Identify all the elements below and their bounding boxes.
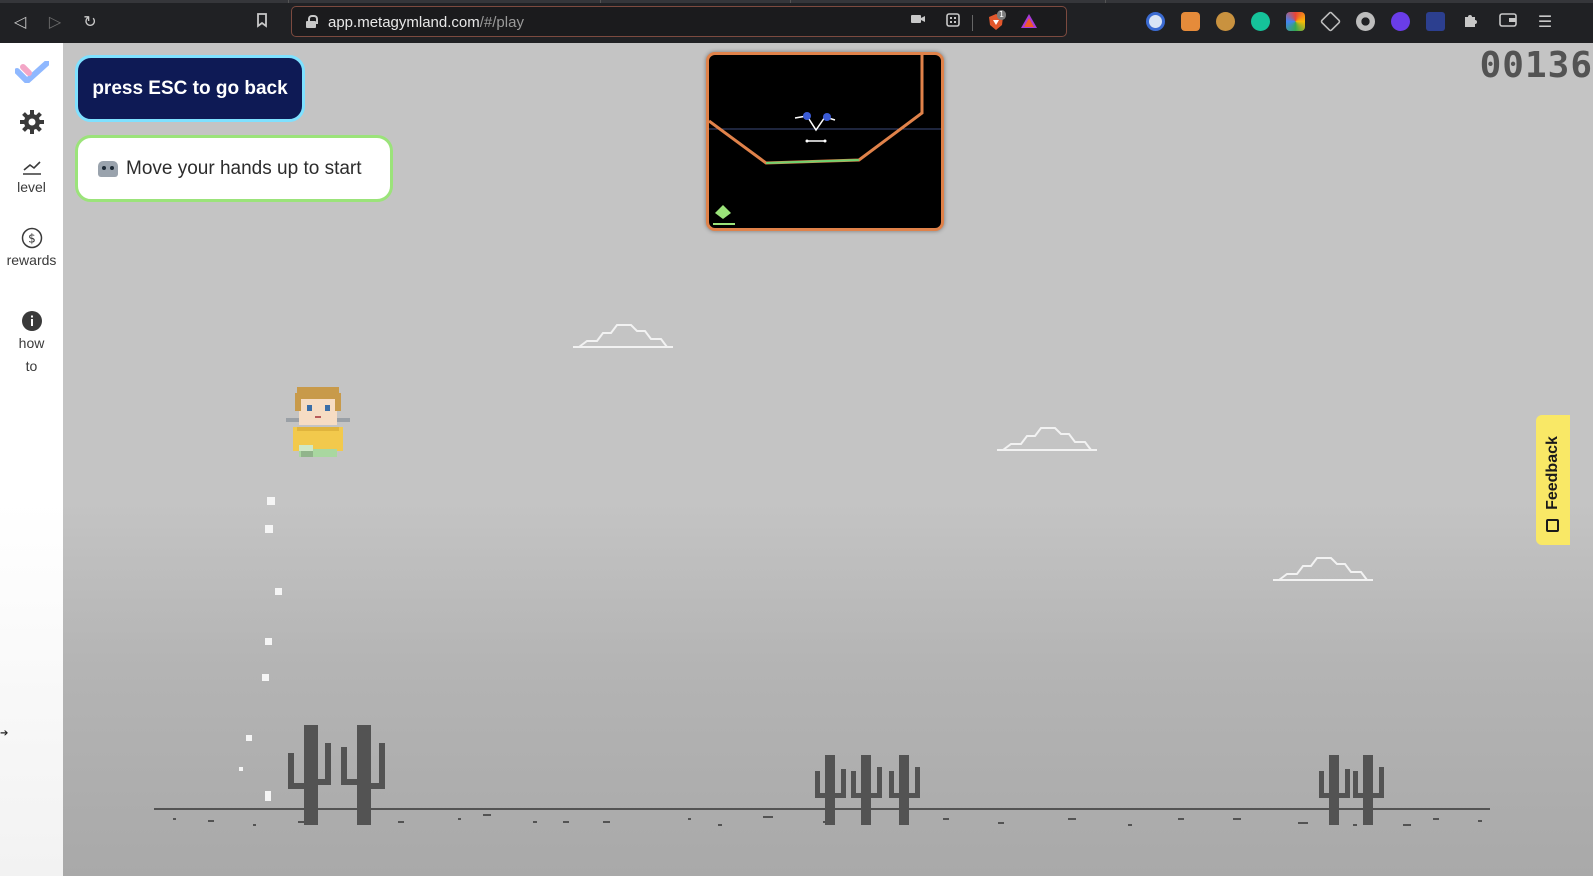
page: level $ rewards how to press ESC to go b… bbox=[0, 43, 1593, 876]
sidebar-item-level[interactable]: level bbox=[0, 158, 63, 199]
paint-bucket-icon bbox=[713, 205, 735, 225]
menu-icon[interactable]: ☰ bbox=[1535, 12, 1555, 32]
cookie-icon[interactable] bbox=[1216, 12, 1235, 31]
brave-shield-icon[interactable]: 1 bbox=[984, 10, 1008, 31]
address-bar[interactable]: app.metagymland.com/#/play 1 bbox=[291, 6, 1067, 37]
lock-icon bbox=[306, 15, 318, 28]
qr-code-icon[interactable] bbox=[944, 13, 962, 31]
sidebar-label-to: to bbox=[25, 358, 38, 374]
gear-extension-icon[interactable] bbox=[1356, 12, 1375, 31]
start-hint-text: Move your hands up to start bbox=[126, 157, 362, 179]
url-text: app.metagymland.com/#/play bbox=[328, 14, 524, 31]
esc-back-button[interactable]: press ESC to go back bbox=[75, 55, 305, 122]
player-character bbox=[286, 387, 350, 457]
feedback-tab[interactable]: Feedback bbox=[1536, 415, 1570, 545]
app-logo-icon bbox=[14, 61, 49, 83]
wallet-icon[interactable] bbox=[1498, 12, 1518, 32]
gear-icon bbox=[19, 110, 44, 134]
sidebar-label-rewards: rewards bbox=[6, 252, 57, 268]
extension-colors-icon[interactable] bbox=[1286, 12, 1305, 31]
cloud-2 bbox=[997, 427, 1097, 451]
grammarly-icon[interactable] bbox=[1251, 12, 1270, 31]
cloud-3 bbox=[1273, 557, 1373, 581]
mouse-cursor-icon: ➔ bbox=[0, 728, 9, 739]
extension-purple-icon[interactable] bbox=[1391, 12, 1410, 31]
feedback-icon bbox=[1546, 519, 1559, 532]
start-hint: Move your hands up to start bbox=[75, 135, 393, 202]
dust-trail bbox=[239, 497, 282, 801]
sidebar: level $ rewards how to bbox=[0, 43, 63, 876]
sidebar-label-how: how bbox=[18, 335, 45, 351]
sidebar-item-how-to[interactable]: how to bbox=[0, 310, 63, 378]
info-icon bbox=[21, 311, 42, 331]
shield-badge: 1 bbox=[997, 10, 1007, 20]
pose-camera-preview bbox=[706, 52, 944, 231]
cactus-group-3 bbox=[1319, 755, 1384, 825]
score-counter: 00136 bbox=[1479, 45, 1593, 86]
dollar-icon: $ bbox=[21, 227, 42, 249]
chart-line-icon bbox=[22, 161, 41, 175]
pose-skeleton bbox=[709, 55, 941, 225]
metamask-icon[interactable] bbox=[1181, 12, 1200, 31]
feedback-label: Feedback bbox=[1544, 436, 1561, 510]
game-canvas[interactable]: press ESC to go back Move your hands up … bbox=[63, 43, 1593, 876]
browser-toolbar: ◁ ▷ ↻ app.metagymland.com/#/play 1 ☰ bbox=[0, 0, 1593, 43]
brave-rewards-icon[interactable] bbox=[1020, 13, 1038, 31]
sidebar-item-logo[interactable] bbox=[0, 61, 63, 83]
extension-list-icon[interactable] bbox=[1426, 12, 1445, 31]
cloud-1 bbox=[573, 324, 673, 348]
ground bbox=[154, 808, 1490, 826]
forward-icon[interactable]: ▷ bbox=[45, 12, 65, 32]
sidebar-item-settings[interactable] bbox=[0, 109, 63, 135]
bookmark-icon[interactable] bbox=[252, 12, 272, 32]
sidebar-item-rewards[interactable]: $ rewards bbox=[0, 227, 63, 272]
cube-icon[interactable] bbox=[1319, 10, 1342, 33]
camera-icon[interactable] bbox=[909, 13, 927, 31]
svg-text:$: $ bbox=[28, 232, 36, 246]
cactus-group-2 bbox=[815, 755, 920, 825]
sidebar-label-level: level bbox=[17, 179, 46, 195]
tab-strip bbox=[0, 0, 1593, 3]
extensions-puzzle-icon[interactable] bbox=[1461, 12, 1481, 32]
back-icon[interactable]: ◁ bbox=[10, 12, 30, 32]
extension-1-icon[interactable] bbox=[1146, 12, 1165, 31]
url-divider bbox=[972, 15, 973, 31]
reload-icon[interactable]: ↻ bbox=[80, 12, 100, 32]
robot-icon bbox=[98, 160, 118, 177]
